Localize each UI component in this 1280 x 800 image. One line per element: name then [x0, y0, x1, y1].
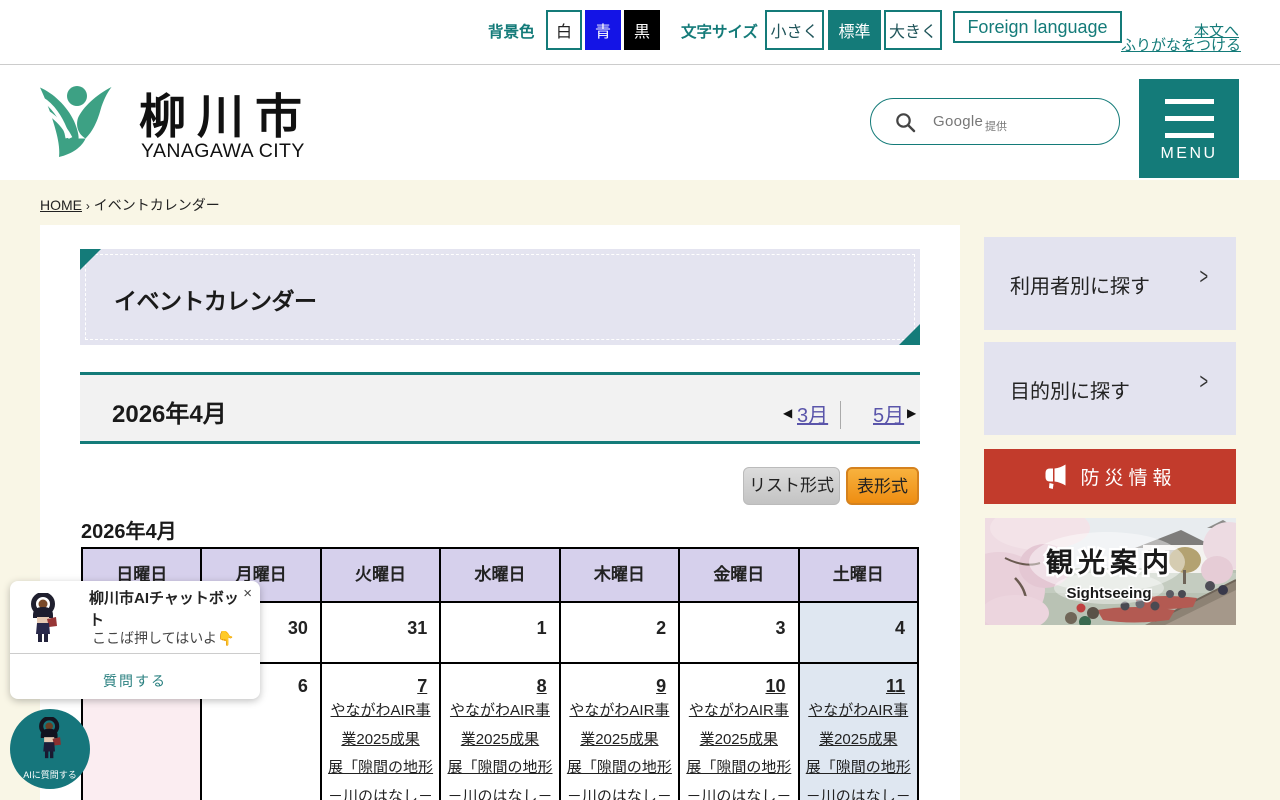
svg-text:観光案内: 観光案内	[1046, 548, 1174, 578]
svg-text:Sightseeing: Sightseeing	[1066, 585, 1151, 602]
